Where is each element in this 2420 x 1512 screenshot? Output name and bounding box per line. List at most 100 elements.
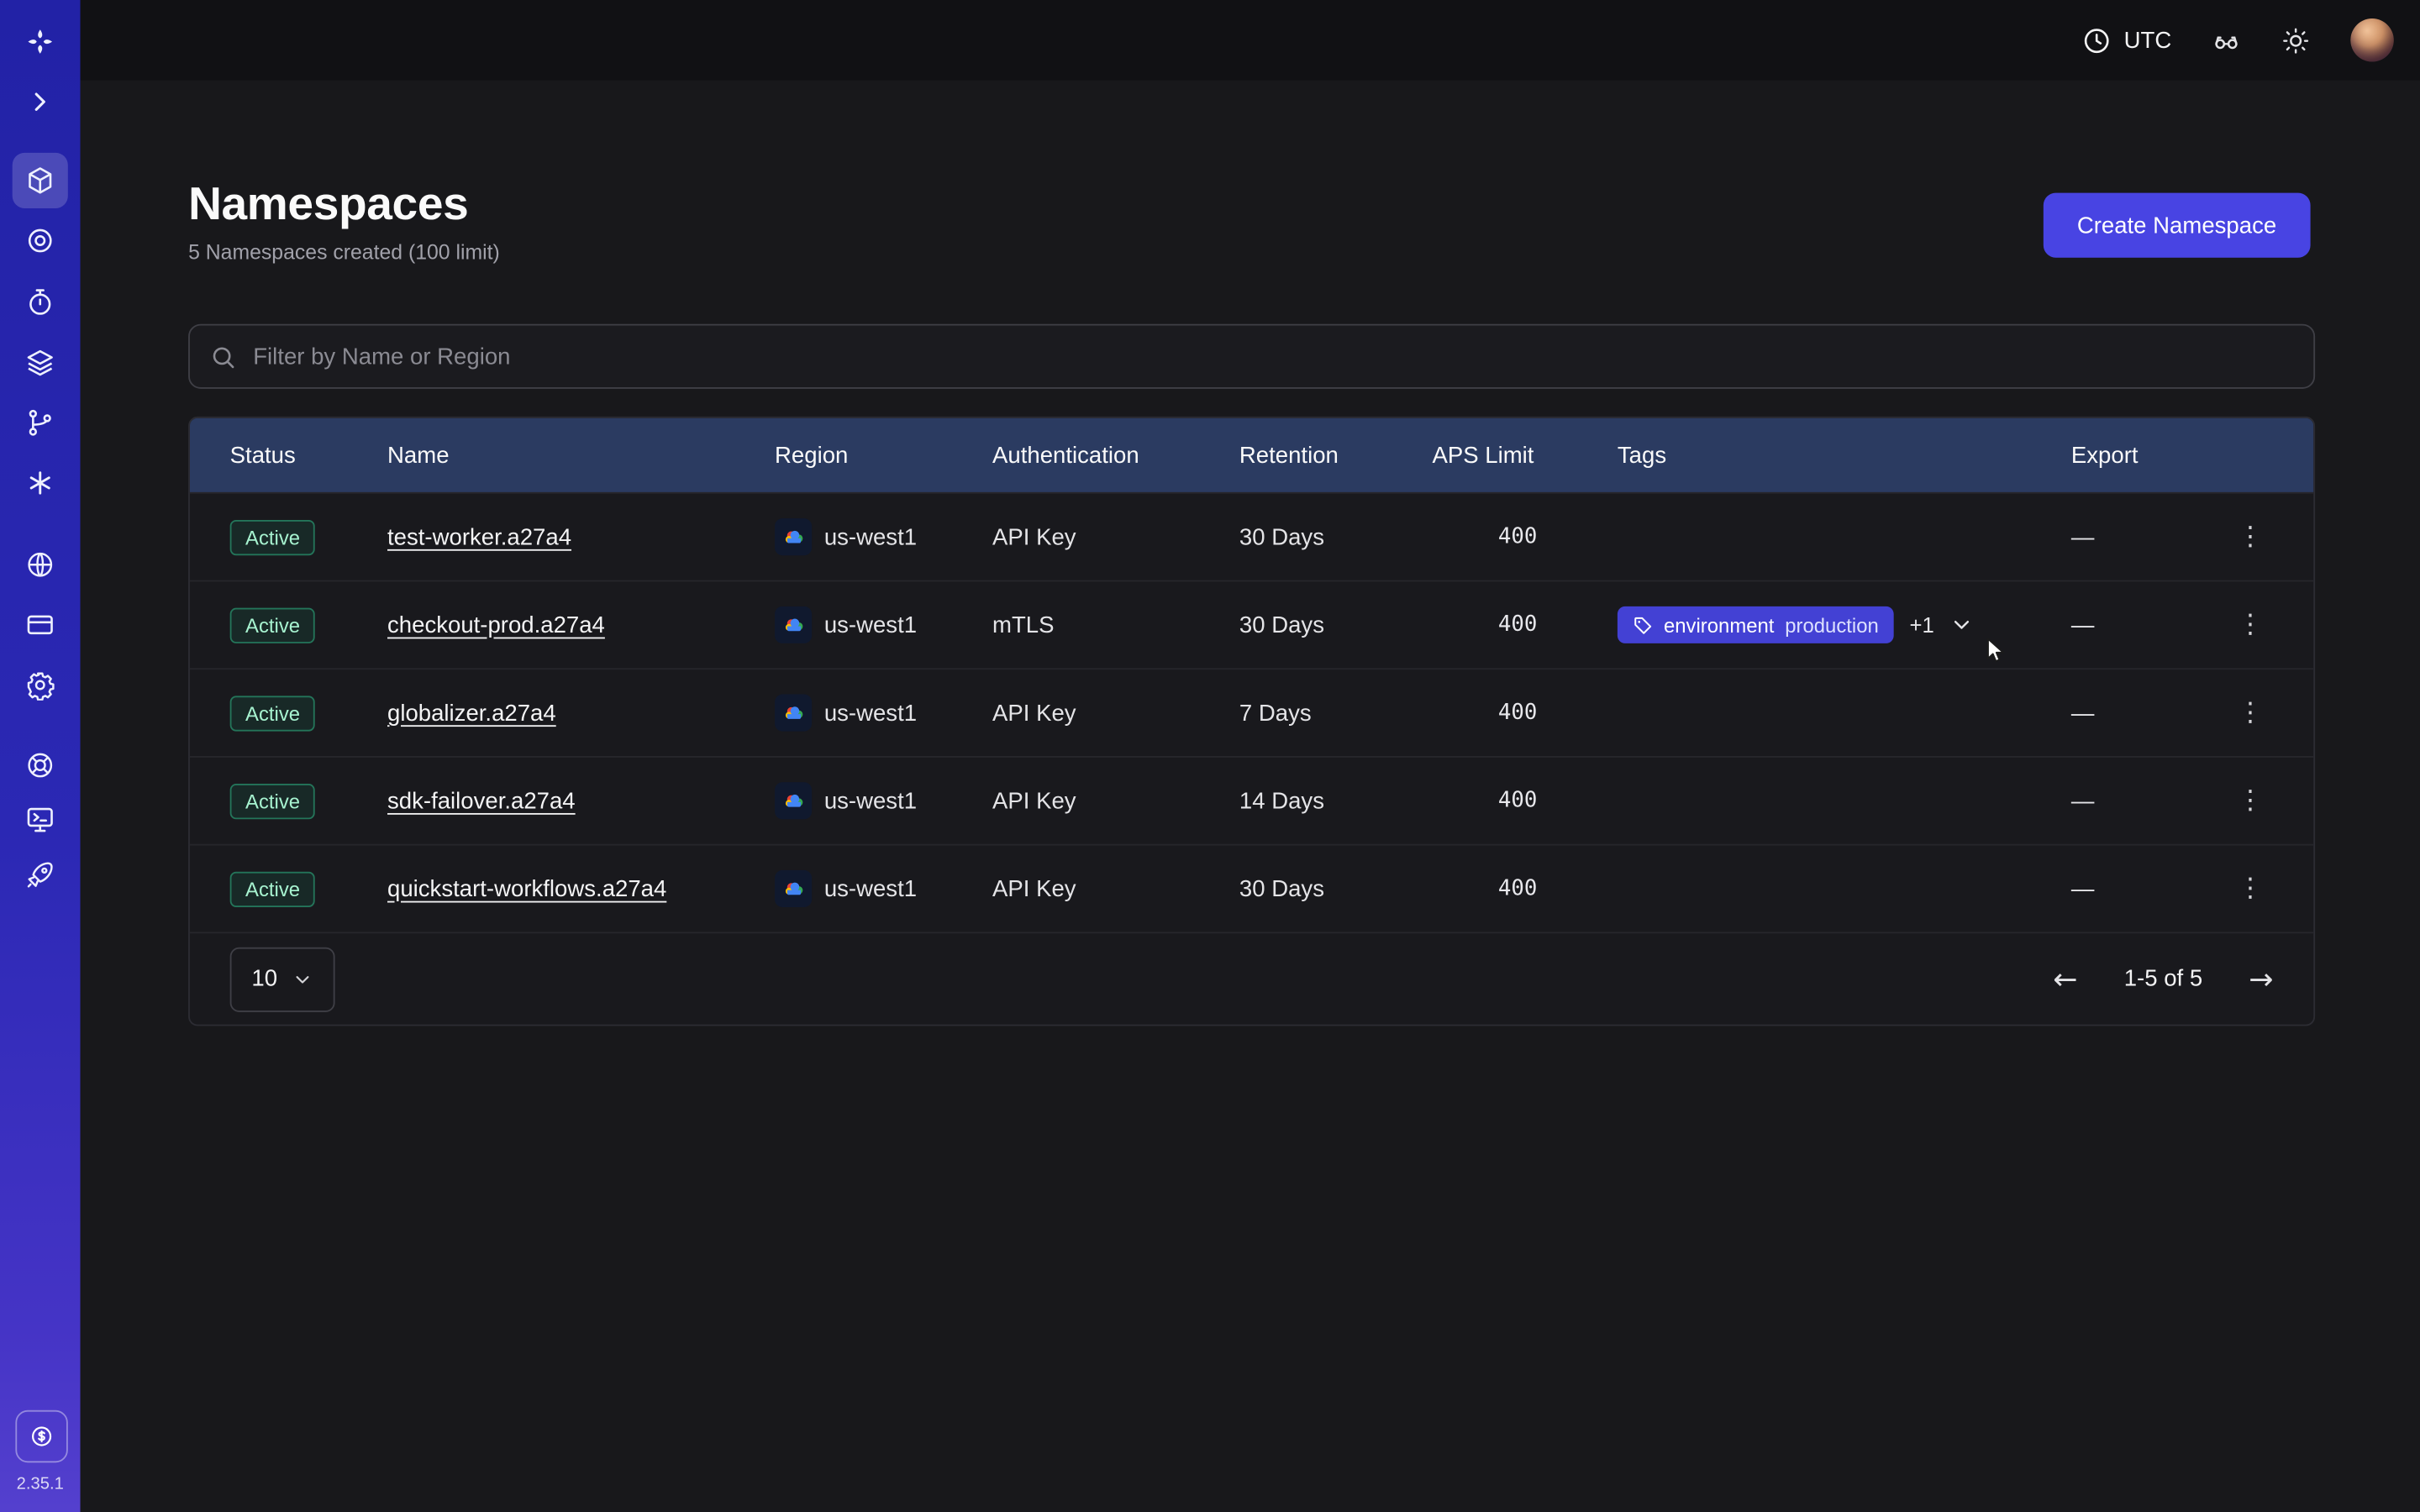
topbar: UTC [81, 0, 2420, 81]
sidebar-item-deployments[interactable] [13, 335, 68, 391]
auth-method: API Key [992, 700, 1239, 726]
namespace-link[interactable]: quickstart-workflows.a27a4 [387, 875, 666, 901]
row-actions-kebab-icon[interactable]: ⋮ [2226, 600, 2275, 649]
clock-icon [2082, 25, 2112, 55]
credit-card-icon [24, 610, 55, 641]
region-label: us-west1 [824, 612, 917, 638]
status-badge: Active [230, 519, 316, 554]
pagination: ← 1-5 of 5 → [2047, 959, 2280, 1000]
namespaces-table: Status Name Region Authentication Retent… [188, 417, 2315, 1026]
branch-icon [24, 407, 55, 438]
sidebar-item-schedules[interactable] [13, 275, 68, 330]
table-header-row: Status Name Region Authentication Retent… [190, 418, 2313, 492]
region-label: us-west1 [824, 700, 917, 726]
search-icon [210, 344, 236, 370]
region-label: us-west1 [824, 788, 917, 814]
terminal-monitor-icon [24, 804, 55, 835]
export-value: — [2071, 788, 2210, 814]
namespace-link[interactable]: sdk-failover.a27a4 [387, 788, 576, 814]
retention-value: 30 Days [1239, 612, 1433, 638]
sidebar-item-namespaces[interactable] [13, 153, 68, 208]
app-version: 2.35.1 [0, 1475, 81, 1494]
col-retention: Retention [1239, 442, 1433, 468]
table-row: Active quickstart-workflows.a27a4 us-wes… [190, 844, 2313, 932]
table-row: Active test-worker.a27a4 us-west1 API Ke… [190, 492, 2313, 580]
col-tags: Tags [1537, 442, 2071, 468]
auth-method: mTLS [992, 612, 1239, 638]
col-name: Name [387, 442, 775, 468]
next-page-arrow-right-icon[interactable]: → [2243, 959, 2280, 1000]
auth-method: API Key [992, 875, 1239, 901]
col-export: Export [2071, 442, 2210, 468]
page-title: Namespaces [188, 179, 2315, 231]
retention-value: 7 Days [1239, 700, 1433, 726]
region-label: us-west1 [824, 524, 917, 550]
page-size-value: 10 [251, 966, 277, 992]
row-actions-kebab-icon[interactable]: ⋮ [2226, 864, 2275, 914]
page-size-select[interactable]: 10 [230, 947, 334, 1011]
namespaces-cube-icon [24, 165, 55, 197]
gcp-cloud-icon [775, 606, 812, 643]
create-namespace-button[interactable]: Create Namespace [2043, 193, 2310, 258]
namespace-link[interactable]: globalizer.a27a4 [387, 700, 556, 726]
user-avatar[interactable] [2350, 18, 2393, 61]
prev-page-arrow-left-icon[interactable]: ← [2047, 959, 2084, 1000]
gear-icon [24, 669, 55, 701]
namespace-link[interactable]: test-worker.a27a4 [387, 524, 571, 550]
export-value: — [2071, 700, 2210, 726]
sidebar-item-getting-started[interactable] [13, 847, 68, 902]
status-badge: Active [230, 695, 316, 730]
tag-pill[interactable]: environment production [1618, 606, 1894, 643]
theme-toggle[interactable] [2281, 25, 2311, 55]
sidebar-item-target[interactable] [13, 213, 68, 268]
col-authentication: Authentication [992, 442, 1239, 468]
sidebar-expand-chevron-right-icon[interactable] [13, 74, 68, 129]
table-row: Active sdk-failover.a27a4 us-west1 API K… [190, 756, 2313, 844]
sidebar-item-workflows[interactable] [13, 395, 68, 450]
tag-key: environment [1664, 613, 1774, 637]
timer-icon [24, 287, 55, 318]
sidebar-item-support[interactable] [13, 738, 68, 793]
status-badge: Active [230, 607, 316, 643]
row-actions-kebab-icon[interactable]: ⋮ [2226, 688, 2275, 738]
page-subtitle: 5 Namespaces created (100 limit) [188, 241, 2315, 265]
retention-value: 30 Days [1239, 875, 1433, 901]
gcp-cloud-icon [775, 695, 812, 732]
retention-value: 30 Days [1239, 524, 1433, 550]
usage-cost-button[interactable] [15, 1410, 67, 1462]
table-row: Active checkout-prod.a27a4 us-west1 mTLS… [190, 580, 2313, 669]
row-actions-kebab-icon[interactable]: ⋮ [2226, 512, 2275, 562]
filter-search-input[interactable] [250, 342, 2294, 371]
dollar-icon [28, 1422, 55, 1450]
lifebuoy-icon [24, 750, 55, 781]
timezone-selector[interactable]: UTC [2082, 25, 2171, 55]
sidebar-item-nexus[interactable] [13, 455, 68, 511]
status-badge: Active [230, 783, 316, 818]
page-header: Namespaces 5 Namespaces created (100 lim… [188, 179, 2315, 265]
app-window: 2.35.1 UTC Namespaces 5 Namespaces creat… [0, 0, 2420, 1512]
export-value: — [2071, 612, 2210, 638]
col-status: Status [230, 442, 387, 468]
sidebar-item-billing[interactable] [13, 597, 68, 653]
chevron-down-icon [292, 969, 313, 990]
export-value: — [2071, 875, 2210, 901]
temporal-logo-icon[interactable] [13, 14, 68, 70]
sun-icon [2281, 25, 2311, 55]
auth-method: API Key [992, 788, 1239, 814]
sidebar-item-regions[interactable] [13, 537, 68, 592]
row-actions-kebab-icon[interactable]: ⋮ [2226, 776, 2275, 826]
sidebar-item-settings[interactable] [13, 657, 68, 712]
tags-expand-chevron-down-icon[interactable] [1949, 612, 1974, 637]
namespace-link[interactable]: checkout-prod.a27a4 [387, 612, 605, 638]
col-aps-limit: APS Limit [1432, 442, 1537, 468]
tags-cell: environment production +1 [1537, 606, 2071, 643]
gcp-cloud-icon [775, 870, 812, 907]
labs-glasses-toggle[interactable] [2212, 25, 2241, 55]
aps-limit-value: 400 [1432, 612, 1537, 637]
target-icon [24, 225, 55, 256]
tag-icon [1633, 615, 1653, 635]
status-badge: Active [230, 871, 316, 906]
aps-limit-value: 400 [1432, 701, 1537, 725]
sidebar-item-dev-tools[interactable] [13, 791, 68, 847]
tag-value: production [1785, 613, 1879, 637]
